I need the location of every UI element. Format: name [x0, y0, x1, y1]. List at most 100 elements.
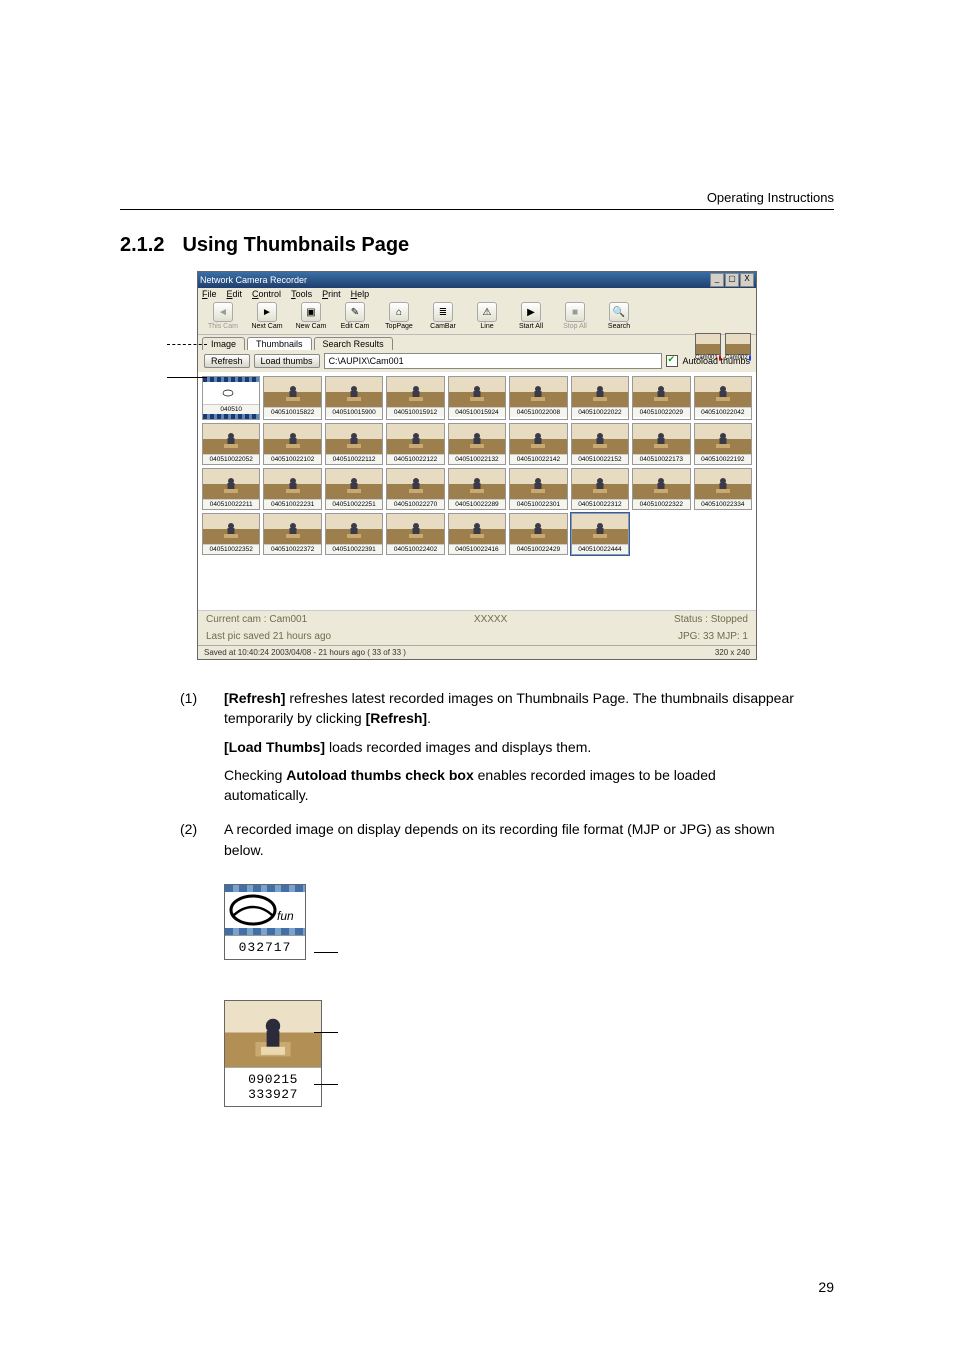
thumbnail[interactable]: 040510022322 [632, 468, 690, 510]
thumbnail[interactable]: 040510022142 [509, 423, 567, 465]
refresh-button[interactable]: Refresh [204, 354, 250, 368]
toolbar-label: Edit Cam [334, 323, 376, 330]
tab-thumbnails[interactable]: Thumbnails [247, 337, 312, 350]
load-thumbs-button[interactable]: Load thumbs [254, 354, 320, 368]
thumbnail[interactable]: 040510015822 [263, 376, 321, 420]
thumbnail[interactable]: 040510022289 [448, 468, 506, 510]
thumbnail[interactable]: 040510022112 [325, 423, 383, 465]
thumbnail[interactable]: 040510022152 [571, 423, 629, 465]
thumbnail-image [264, 424, 320, 454]
toolbar-label: TopPage [378, 323, 420, 330]
tab-image[interactable]: Image [202, 337, 245, 350]
thumbnail-caption: 040510022352 [203, 544, 259, 554]
toolbar-icon: ▶ [521, 302, 541, 322]
toolbar-next-cam[interactable]: ►Next Cam [246, 302, 288, 330]
menu-edit[interactable]: Edit [227, 289, 243, 299]
toolbar-cambar[interactable]: ≣CamBar [422, 302, 464, 330]
thumbnail[interactable]: 040510022022 [571, 376, 629, 420]
thumbnail-image [510, 469, 566, 499]
thumbnail[interactable]: 040510022301 [509, 468, 567, 510]
sample-mjp-caption: 032717 [225, 935, 305, 959]
menu-help[interactable]: Help [351, 289, 370, 299]
thumbnail[interactable]: 040510022132 [448, 423, 506, 465]
thumbnail[interactable]: 040510022312 [571, 468, 629, 510]
thumbnail[interactable]: 040510022231 [263, 468, 321, 510]
thumbnail[interactable]: 040510022042 [694, 376, 752, 420]
para-1b: [Load Thumbs] loads recorded images and … [224, 737, 794, 757]
toolbar-new-cam[interactable]: ▣New Cam [290, 302, 332, 330]
thumbnail-caption: 040510022173 [633, 454, 689, 464]
window-titlebar[interactable]: Network Camera Recorder _ ▢ X [198, 272, 756, 288]
thumbnail-caption: 040510022270 [387, 499, 443, 509]
thumbnail-caption: 040510022132 [449, 454, 505, 464]
status-center: XXXXX [474, 614, 507, 625]
path-field[interactable]: C:\AUPIX\Cam001 [324, 353, 663, 369]
thumbnail[interactable]: 040510015900 [325, 376, 383, 420]
thumbnail[interactable]: 040510015912 [386, 376, 444, 420]
thumbnail-caption: 040510015924 [449, 407, 505, 417]
thumbnail[interactable]: 040510022102 [263, 423, 321, 465]
thumbnail[interactable]: 040510022173 [632, 423, 690, 465]
thumbnail[interactable]: 040510015924 [448, 376, 506, 420]
thumbnail-caption: 040510022322 [633, 499, 689, 509]
thumbnail[interactable]: 040510022429 [509, 513, 567, 555]
autoload-thumbs-checkbox[interactable] [666, 355, 678, 367]
toolbar-icon: ⚠ [477, 302, 497, 322]
thumbnail-image [326, 424, 382, 454]
thumbnail[interactable]: 040510022391 [325, 513, 383, 555]
thumbnail[interactable]: 040510022444 [571, 513, 629, 555]
minimize-button[interactable]: _ [710, 273, 724, 287]
format-counts: JPG: 33 MJP: 1 [678, 631, 748, 642]
tab-search-results[interactable]: Search Results [314, 337, 393, 350]
section-number: 2.1.2 [120, 234, 164, 257]
thumbnail[interactable]: 040510022270 [386, 468, 444, 510]
status-dot-icon [719, 355, 721, 361]
toolbar-start-all[interactable]: ▶Start All [510, 302, 552, 330]
close-button[interactable]: X [740, 273, 754, 287]
toolbar-icon: ■ [565, 302, 585, 322]
thumbnail[interactable]: 040510022192 [694, 423, 752, 465]
thumbnail[interactable]: 040510022029 [632, 376, 690, 420]
toolbar-icon: ✎ [345, 302, 365, 322]
menu-tools[interactable]: Tools [291, 289, 312, 299]
toolbar-icon: ◄ [213, 302, 233, 322]
thumbnail-image [695, 377, 751, 407]
thumbnail[interactable]: 040510022008 [509, 376, 567, 420]
menu-file[interactable]: File [202, 289, 217, 299]
thumbnail[interactable]: 040510022211 [202, 468, 260, 510]
app-window: Network Camera Recorder _ ▢ X File Edit … [197, 271, 757, 660]
status-state: Status : Stopped [674, 614, 748, 625]
mini-cam-label: Cam002 [725, 355, 748, 361]
thumbnail[interactable]: 040510022251 [325, 468, 383, 510]
thumbnail[interactable]: 040510022052 [202, 423, 260, 465]
thumbnail[interactable]: 040510 [202, 376, 260, 420]
sample-callout-3 [314, 1084, 338, 1085]
thumbnail[interactable]: 040510022352 [202, 513, 260, 555]
thumbnail-image [572, 514, 628, 544]
menu-print[interactable]: Print [322, 289, 341, 299]
thumbnail-caption: 040510015912 [387, 407, 443, 417]
para-1c: Checking Autoload thumbs check box enabl… [224, 765, 794, 806]
thumbnail[interactable]: 040510022122 [386, 423, 444, 465]
thumbnail[interactable]: 040510022372 [263, 513, 321, 555]
status-bar: Saved at 10:40:24 2003/04/08 - 21 hours … [198, 645, 756, 659]
toolbar-line[interactable]: ⚠Line [466, 302, 508, 330]
toolbar-toppage[interactable]: ⌂TopPage [378, 302, 420, 330]
mini-cam[interactable]: Cam002 [725, 333, 751, 361]
thumbnail[interactable]: 040510022334 [694, 468, 752, 510]
menu-control[interactable]: Control [252, 289, 281, 299]
thumbnail-caption: 040510022211 [203, 499, 259, 509]
thumbnail[interactable]: 040510022402 [386, 513, 444, 555]
thumbnail-image [572, 377, 628, 407]
mini-cam[interactable]: Cam001 [695, 333, 721, 361]
thumbnail-image [510, 424, 566, 454]
thumbnail[interactable]: 040510022416 [448, 513, 506, 555]
thumbnail-caption: 040510022022 [572, 407, 628, 417]
thumbnail-image [633, 377, 689, 407]
maximize-button[interactable]: ▢ [725, 273, 739, 287]
thumbnail-caption: 040510022008 [510, 407, 566, 417]
sample-jpg-thumbnail: 090215 333927 [224, 1000, 322, 1107]
toolbar-search[interactable]: 🔍Search [598, 302, 640, 330]
thumbnail-image [633, 424, 689, 454]
toolbar-edit-cam[interactable]: ✎Edit Cam [334, 302, 376, 330]
